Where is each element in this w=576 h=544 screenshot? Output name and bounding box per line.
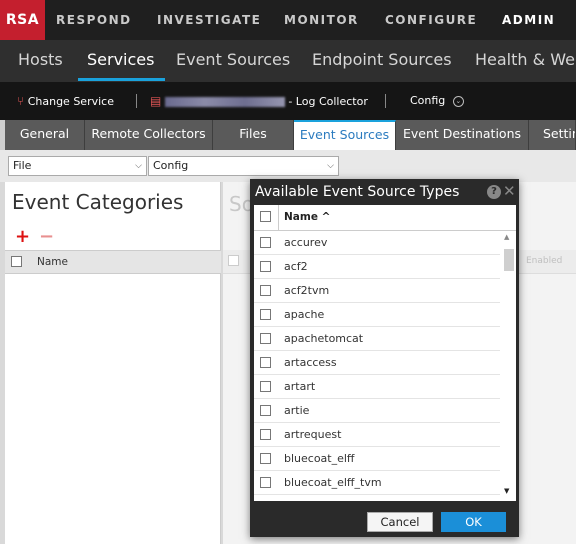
list-item[interactable]: acf2tvm xyxy=(254,279,500,303)
change-service-button[interactable]: ⑂ Change Service xyxy=(17,82,114,120)
row-checkbox[interactable] xyxy=(260,237,271,248)
row-checkbox[interactable] xyxy=(260,309,271,320)
column-enabled: Enabled xyxy=(526,256,563,266)
appliance-icon: ▤ xyxy=(150,94,162,108)
nav-respond[interactable]: RESPOND xyxy=(56,0,132,40)
tab-settings[interactable]: Settin xyxy=(529,120,576,150)
scroll-thumb[interactable] xyxy=(504,249,514,271)
event-type-select[interactable]: File ⌵ xyxy=(8,156,147,176)
list-item[interactable]: acf2 xyxy=(254,255,500,279)
row-checkbox[interactable] xyxy=(260,333,271,344)
event-source-type-name: artaccess xyxy=(284,356,337,369)
divider xyxy=(136,94,137,108)
ok-button[interactable]: OK xyxy=(441,512,506,532)
nav-admin[interactable]: ADMIN xyxy=(502,0,555,40)
service-name: ▤ - Log Collector xyxy=(150,82,368,120)
tab-files[interactable]: Files xyxy=(213,120,294,150)
redacted-service-host xyxy=(164,97,285,107)
list-item[interactable]: apachetomcat xyxy=(254,327,500,351)
list-item[interactable]: bluecoat_elff xyxy=(254,447,500,471)
event-source-type-list: Name ^ accurev acf2 acf2tvm apache apachetom… xyxy=(254,205,516,501)
row-checkbox[interactable] xyxy=(260,477,271,488)
filter-row: File ⌵ Config ⌵ xyxy=(0,150,576,182)
list-item[interactable]: bluecoat_elff_tvm xyxy=(254,471,500,495)
row-checkbox[interactable] xyxy=(260,357,271,368)
subnav-endpoint-sources[interactable]: Endpoint Sources xyxy=(312,40,452,82)
event-source-type-name: artie xyxy=(284,404,310,417)
cancel-button[interactable]: Cancel xyxy=(367,512,433,532)
close-icon[interactable]: ✕ xyxy=(503,182,516,200)
mode-value: Config xyxy=(153,159,189,172)
tab-remote-collectors[interactable]: Remote Collectors xyxy=(85,120,213,150)
row-checkbox[interactable] xyxy=(260,285,271,296)
tab-event-destinations[interactable]: Event Destinations xyxy=(396,120,529,150)
row-checkbox[interactable] xyxy=(260,381,271,392)
config-label: Config xyxy=(410,94,446,107)
select-all-checkbox[interactable] xyxy=(228,255,239,266)
tab-bar: General Remote Collectors Files Event So… xyxy=(0,120,576,150)
event-source-type-name: acf2tvm xyxy=(284,284,330,297)
event-categories-panel: Event Categories + − Name xyxy=(5,182,221,544)
event-source-type-name: bluecoat_elff xyxy=(284,452,355,465)
list-item[interactable]: artart xyxy=(254,375,500,399)
event-source-type-name: apache xyxy=(284,308,325,321)
service-type: - Log Collector xyxy=(288,95,368,108)
divider xyxy=(278,205,279,231)
nav-monitor[interactable]: MONITOR xyxy=(284,0,359,40)
rsa-logo[interactable]: RSA xyxy=(0,0,45,40)
list-item[interactable]: apache xyxy=(254,303,500,327)
divider xyxy=(385,94,386,108)
panel-title: Event Categories xyxy=(12,190,184,214)
event-source-type-name: apachetomcat xyxy=(284,332,364,345)
scroll-down-icon[interactable]: ▼ xyxy=(504,487,509,495)
list-item[interactable]: artrequest xyxy=(254,423,500,447)
table-header: Name xyxy=(5,250,221,274)
chevron-down-icon: ⌵ xyxy=(135,161,142,171)
row-checkbox[interactable] xyxy=(260,405,271,416)
event-type-value: File xyxy=(13,159,32,172)
config-menu[interactable]: Config ⌄ xyxy=(410,82,464,120)
column-name[interactable]: Name xyxy=(37,256,68,268)
column-name-sort[interactable]: Name ^ xyxy=(284,211,330,223)
list-item[interactable]: artaccess xyxy=(254,351,500,375)
list-item[interactable]: accurev xyxy=(254,231,500,255)
event-source-type-name: artart xyxy=(284,380,316,393)
change-service-label: Change Service xyxy=(27,95,114,108)
remove-icon[interactable]: − xyxy=(39,226,54,247)
row-checkbox[interactable] xyxy=(260,429,271,440)
secondary-nav: Hosts Services Event Sources Endpoint So… xyxy=(0,40,576,82)
subnav-health-wellness[interactable]: Health & Wel xyxy=(475,40,576,82)
subnav-event-sources[interactable]: Event Sources xyxy=(176,40,290,82)
list-scrollbar[interactable]: ▲ ▼ xyxy=(500,231,516,501)
select-all-checkbox[interactable] xyxy=(260,211,271,222)
list-item[interactable]: artie xyxy=(254,399,500,423)
help-icon[interactable]: ? xyxy=(487,185,501,199)
event-source-type-name: acf2 xyxy=(284,260,308,273)
add-icon[interactable]: + xyxy=(15,226,30,247)
list-header: Name ^ xyxy=(254,205,516,231)
top-nav: RSA RESPOND INVESTIGATE MONITOR CONFIGUR… xyxy=(0,0,576,40)
service-bar: ⑂ Change Service ▤ - Log Collector Confi… xyxy=(0,82,576,120)
nav-configure[interactable]: CONFIGURE xyxy=(385,0,477,40)
event-source-type-name: artrequest xyxy=(284,428,342,441)
chevron-down-icon: ⌵ xyxy=(327,161,334,171)
event-source-type-name: bluecoat_elff_tvm xyxy=(284,476,382,489)
subnav-services[interactable]: Services xyxy=(87,40,154,82)
sitemap-icon: ⑂ xyxy=(17,94,25,108)
scroll-up-icon[interactable]: ▲ xyxy=(504,233,509,241)
select-all-checkbox[interactable] xyxy=(11,256,22,267)
active-subnav-indicator xyxy=(78,78,165,81)
subnav-hosts[interactable]: Hosts xyxy=(18,40,63,82)
chevron-down-icon: ⌄ xyxy=(452,95,464,107)
dialog-title: Available Event Source Types xyxy=(255,184,460,200)
nav-investigate[interactable]: INVESTIGATE xyxy=(157,0,261,40)
available-event-source-types-dialog: Available Event Source Types ? ✕ Name ^ … xyxy=(250,179,519,537)
tab-general[interactable]: General xyxy=(5,120,85,150)
mode-select[interactable]: Config ⌵ xyxy=(148,156,339,176)
event-source-type-name: accurev xyxy=(284,236,328,249)
tab-event-sources[interactable]: Event Sources xyxy=(294,120,396,150)
row-checkbox[interactable] xyxy=(260,261,271,272)
row-checkbox[interactable] xyxy=(260,453,271,464)
